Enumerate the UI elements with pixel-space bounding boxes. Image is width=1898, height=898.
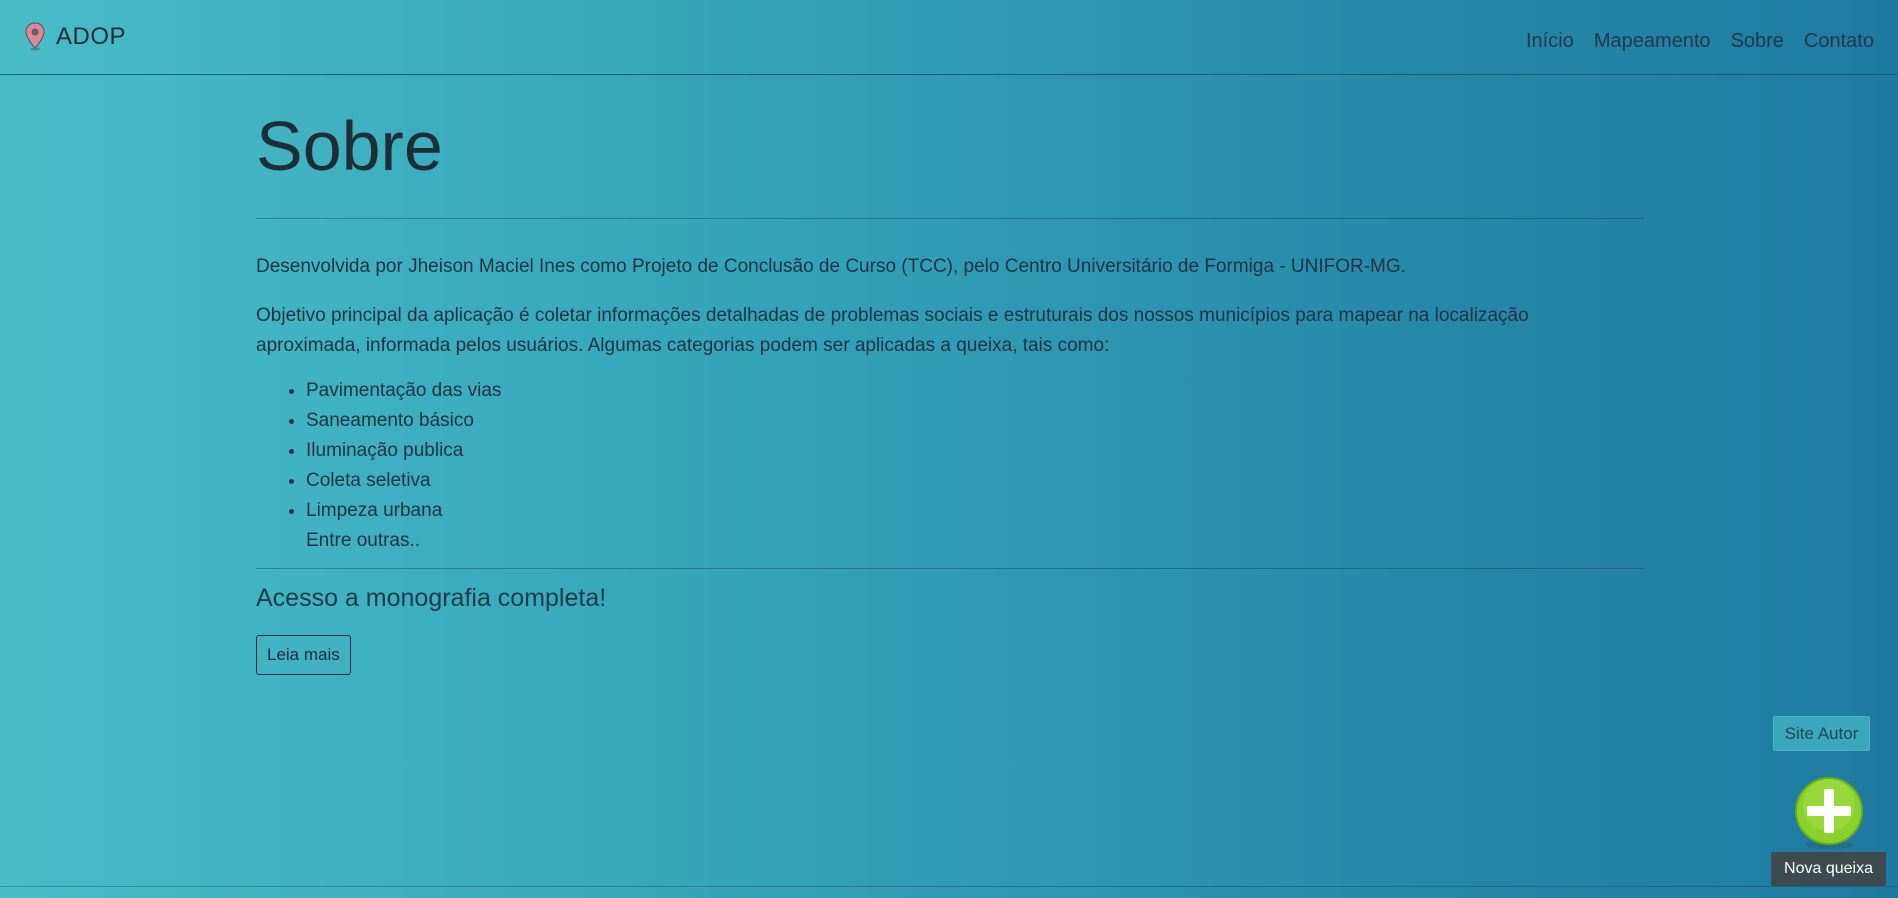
title-divider (256, 218, 1644, 219)
new-complaint-button[interactable] (1791, 775, 1867, 851)
author-site-button[interactable]: Site Autor (1773, 716, 1870, 751)
about-content: Sobre Desenvolvida por Jheison Maciel In… (256, 75, 1644, 675)
others-text: Entre outras.. (306, 530, 421, 551)
footer-divider (0, 886, 1898, 887)
list-item: Iluminação publica (306, 436, 1644, 466)
author-paragraph: Desenvolvida por Jheison Maciel Ines com… (256, 256, 1406, 277)
new-complaint-tooltip: Nova queixa (1771, 852, 1886, 886)
objective-line-1: Objetivo principal da aplicação é coleta… (256, 305, 1529, 326)
nav-link-inicio[interactable]: Início (1526, 30, 1574, 53)
category-list: Pavimentação das vias Saneamento básico … (256, 376, 1644, 526)
list-item: Coleta seletiva (306, 466, 1644, 496)
list-item: Pavimentação das vias (306, 376, 1644, 406)
monograph-heading: Acesso a monografia completa! (256, 584, 607, 612)
nav-link-mapeamento[interactable]: Mapeamento (1594, 30, 1711, 53)
section-divider (256, 568, 1644, 569)
page-title: Sobre (256, 107, 443, 185)
brand-link[interactable]: ADOP (24, 22, 126, 52)
brand-name: ADOP (56, 23, 127, 50)
nav-link-contato[interactable]: Contato (1804, 30, 1874, 53)
nav-link-sobre[interactable]: Sobre (1731, 30, 1784, 53)
list-item: Limpeza urbana (306, 496, 1644, 526)
map-pin-icon (24, 22, 46, 52)
plus-circle-icon (1795, 777, 1863, 849)
objective-paragraph: Objetivo principal da aplicação é coleta… (256, 301, 1644, 361)
objective-line-2: aproximada, informada pelos usuários. Al… (256, 335, 1110, 356)
nav-links: Início Mapeamento Sobre Contato (1526, 22, 1874, 53)
top-navbar: ADOP Início Mapeamento Sobre Contato (0, 0, 1898, 75)
read-more-button[interactable]: Leia mais (256, 635, 351, 675)
list-item: Saneamento básico (306, 406, 1644, 436)
